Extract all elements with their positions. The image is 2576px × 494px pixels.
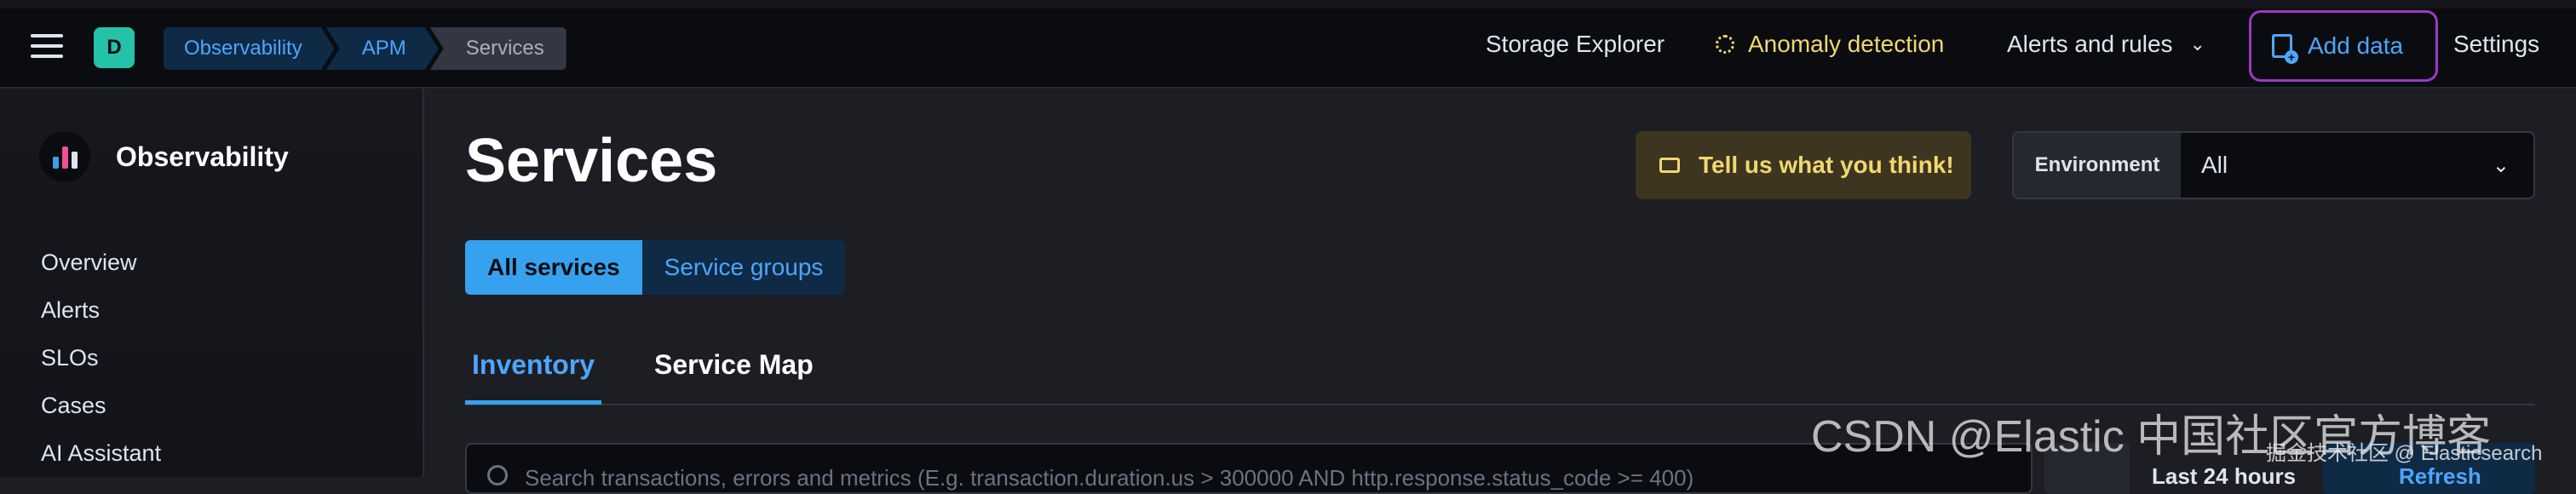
search-input[interactable]: Search transactions, errors and metrics … — [465, 443, 2033, 494]
tab-inventory[interactable]: Inventory — [465, 349, 602, 405]
breadcrumb: Observability APM Services — [164, 27, 566, 70]
breadcrumb-services: Services — [429, 27, 566, 70]
sidebar-title: Observability — [116, 141, 289, 172]
environment-label: Environment — [2014, 133, 2181, 198]
settings-link[interactable]: Settings — [2453, 0, 2539, 89]
service-view-toggle: All services Service groups — [465, 240, 846, 295]
feedback-label: Tell us what you think! — [1699, 152, 1954, 178]
anomaly-detection-link[interactable]: Anomaly detection — [1716, 0, 1944, 89]
anomaly-icon — [1716, 35, 1734, 54]
juejin-watermark: 掘金技术社区 @ Elasticsearch — [2266, 442, 2543, 465]
service-groups-button[interactable]: Service groups — [641, 240, 846, 295]
breadcrumb-observability[interactable]: Observability — [164, 27, 335, 70]
search-icon — [487, 465, 508, 485]
menu-icon[interactable] — [31, 34, 63, 60]
top-header: D Observability APM Services Storage Exp… — [0, 0, 2576, 89]
tab-service-map[interactable]: Service Map — [654, 349, 814, 402]
environment-selected: All — [2201, 152, 2228, 178]
tabs: Inventory Service Map — [465, 344, 2535, 405]
add-data-button[interactable]: Add data — [2249, 10, 2438, 82]
add-data-icon — [2272, 34, 2298, 64]
search-placeholder: Search transactions, errors and metrics … — [525, 465, 1694, 491]
sidebar-item-alerts[interactable]: Alerts — [41, 286, 161, 334]
all-services-button[interactable]: All services — [465, 240, 642, 295]
storage-explorer-link[interactable]: Storage Explorer — [1486, 0, 1665, 89]
feedback-button[interactable]: Tell us what you think! — [1636, 131, 1971, 199]
sidebar-item-slos[interactable]: SLOs — [41, 334, 161, 382]
environment-value[interactable]: All ⌄ — [2181, 133, 2533, 198]
sidebar-item-overview[interactable]: Overview — [41, 238, 161, 286]
sidebar-nav: Overview Alerts SLOs Cases AI Assistant — [41, 238, 161, 477]
chevron-down-icon: ⌄ — [2492, 153, 2510, 177]
feedback-icon — [1659, 158, 1680, 173]
space-avatar[interactable]: D — [94, 27, 135, 68]
chevron-down-icon: ⌄ — [2189, 33, 2205, 55]
anomaly-detection-label: Anomaly detection — [1748, 31, 1945, 57]
alerts-and-rules-label: Alerts and rules — [2007, 31, 2173, 57]
environment-select[interactable]: Environment All ⌄ — [2012, 131, 2535, 199]
sidebar: Observability Overview Alerts SLOs Cases… — [0, 89, 424, 477]
add-data-label: Add data — [2308, 32, 2404, 59]
alerts-and-rules-menu[interactable]: Alerts and rules ⌄ — [2007, 0, 2205, 89]
page-title: Services — [465, 127, 718, 195]
breadcrumb-apm[interactable]: APM — [326, 27, 439, 70]
observability-logo-icon — [39, 131, 90, 182]
sidebar-item-ai-assistant[interactable]: AI Assistant — [41, 429, 161, 477]
sidebar-item-cases[interactable]: Cases — [41, 382, 161, 429]
